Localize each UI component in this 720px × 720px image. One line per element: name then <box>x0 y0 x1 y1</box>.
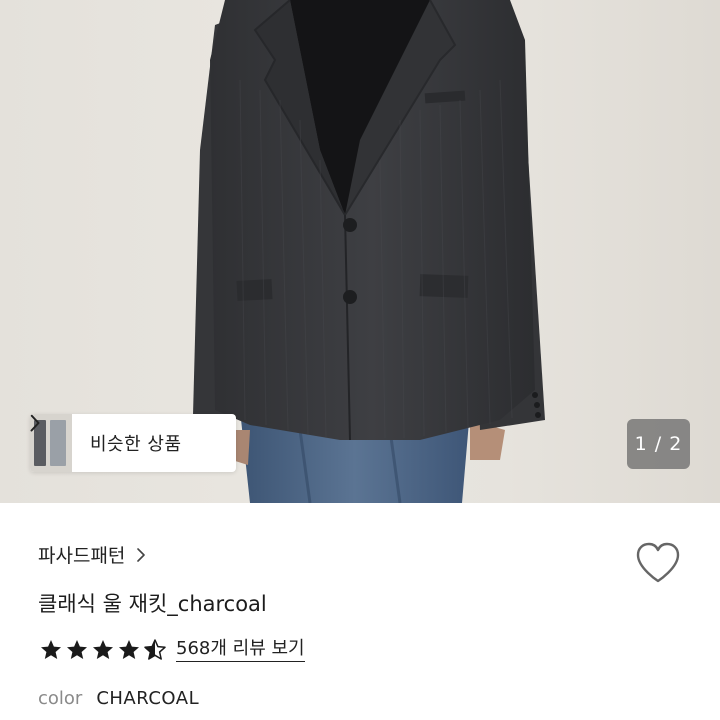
star-icon <box>93 640 113 659</box>
product-image[interactable]: 비슷한 상품 1 / 2 <box>0 0 720 503</box>
reviews-link[interactable]: 568개 리뷰 보기 <box>176 638 305 663</box>
star-icon <box>67 640 87 659</box>
brand-name: 파사드패턴 <box>38 545 126 567</box>
wishlist-button[interactable] <box>634 541 682 585</box>
product-title: 클래식 울 재킷_charcoal <box>38 592 267 616</box>
color-value: CHARCOAL <box>96 688 200 709</box>
similar-products-button[interactable]: 비슷한 상품 <box>30 414 236 472</box>
color-label: color <box>38 688 83 709</box>
star-rating <box>38 638 168 662</box>
chevron-right-icon <box>137 547 146 562</box>
color-option: color CHARCOAL <box>38 688 199 709</box>
image-page-indicator: 1 / 2 <box>627 419 690 469</box>
star-icon <box>119 640 139 659</box>
brand-link[interactable]: 파사드패턴 <box>38 541 146 568</box>
star-icon <box>41 640 61 659</box>
rating-row: 568개 리뷰 보기 <box>38 636 305 664</box>
similar-products-label: 비슷한 상품 <box>90 434 182 455</box>
star-half-icon <box>144 639 166 660</box>
heart-icon <box>636 542 680 583</box>
